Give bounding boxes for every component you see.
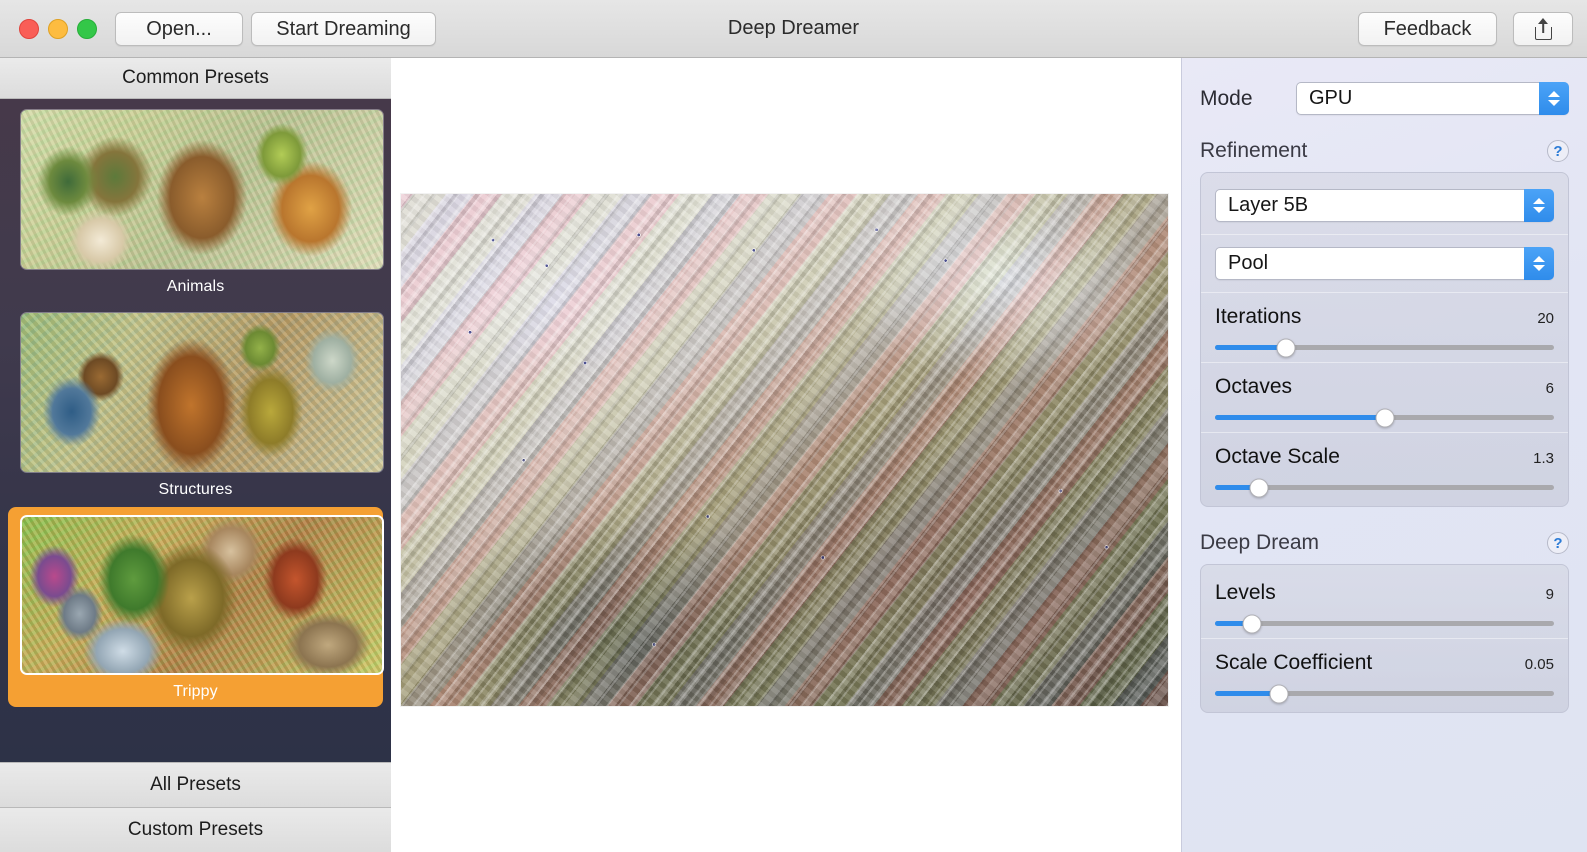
mode-select[interactable]: GPU [1296,82,1569,115]
scale-coefficient-row: Scale Coefficient 0.05 [1201,638,1568,708]
slider-thumb[interactable] [1242,614,1262,633]
preset-item-trippy[interactable]: Trippy [8,507,384,707]
layer-select[interactable]: Layer 5B [1215,189,1554,222]
deep-dream-title: Deep Dream [1200,531,1320,554]
deep-dream-group: Levels 9 Scale Coefficient 0.05 [1200,564,1569,713]
preset-list: Animals Structures Trippy [0,99,391,759]
levels-label: Levels [1215,581,1276,604]
refinement-header: Refinement ? [1200,139,1569,163]
preset-thumbnail [20,109,384,270]
maximize-button[interactable] [77,18,97,39]
octaves-slider[interactable] [1215,408,1554,427]
start-dreaming-button[interactable]: Start Dreaming [251,12,436,46]
share-icon [1534,18,1552,40]
slider-thumb[interactable] [1375,408,1394,427]
scale-coefficient-label: Scale Coefficient [1215,651,1373,674]
share-button[interactable] [1513,12,1573,46]
octave-scale-label: Octave Scale [1215,445,1340,468]
settings-inspector: Mode GPU Refinement ? Layer 5B Pool Iter… [1181,58,1587,852]
slider-thumb[interactable] [1269,684,1289,703]
deep-dream-header: Deep Dream ? [1200,531,1569,555]
preset-label: Animals [166,278,225,295]
refinement-title: Refinement [1200,139,1308,162]
sidebar-header: Common Presets [0,58,391,99]
pool-select-value: Pool [1228,252,1269,274]
open-button[interactable]: Open... [115,12,243,46]
scale-coefficient-slider[interactable] [1215,684,1554,703]
refinement-help-icon[interactable]: ? [1547,140,1569,162]
mode-label: Mode [1200,86,1253,110]
preset-item-animals[interactable]: Animals [8,101,384,302]
sidebar-footer: All Presets Custom Presets [0,762,391,852]
all-presets-button[interactable]: All Presets [0,762,391,807]
preset-item-structures[interactable]: Structures [8,304,384,505]
minimize-button[interactable] [48,18,68,39]
octaves-label: Octaves [1215,375,1293,398]
octaves-row: Octaves 6 [1201,362,1568,432]
iterations-row: Iterations 20 [1201,292,1568,362]
titlebar: Open... Start Dreaming Deep Dreamer Feed… [0,0,1587,58]
slider-thumb[interactable] [1249,478,1269,497]
refinement-group: Layer 5B Pool Iterations 20 Octaves 6 Oc… [1200,172,1569,507]
octave-scale-slider[interactable] [1215,478,1554,497]
iterations-slider[interactable] [1215,338,1554,357]
image-canvas [391,58,1181,852]
preset-label: Trippy [173,683,218,700]
levels-row: Levels 9 [1201,569,1568,638]
iterations-value: 20 [1537,310,1554,327]
iterations-label: Iterations [1215,305,1302,328]
stepper-icon[interactable] [1524,247,1554,280]
layer-select-value: Layer 5B [1228,194,1309,216]
slider-thumb[interactable] [1276,338,1296,357]
octaves-value: 6 [1545,380,1554,397]
app-window: Open... Start Dreaming Deep Dreamer Feed… [0,0,1587,852]
close-button[interactable] [19,18,39,39]
feedback-button[interactable]: Feedback [1358,12,1497,46]
levels-value: 9 [1545,586,1554,603]
octave-scale-row: Octave Scale 1.3 [1201,432,1568,502]
pool-select-row: Pool [1201,234,1568,292]
preset-thumbnail [20,312,384,473]
mode-row: Mode GPU [1200,82,1569,115]
stepper-icon[interactable] [1539,82,1569,115]
preset-thumbnail [20,515,384,675]
stepper-icon[interactable] [1524,189,1554,222]
deep-dream-output-image [401,194,1168,706]
scale-coefficient-value: 0.05 [1524,656,1554,673]
octave-scale-value: 1.3 [1533,450,1554,467]
levels-slider[interactable] [1215,614,1554,633]
preset-label: Structures [158,481,233,498]
presets-sidebar: Common Presets Animals Structures Trippy [0,58,391,852]
mode-select-value: GPU [1309,87,1353,109]
custom-presets-button[interactable]: Custom Presets [0,807,391,852]
layer-select-row: Layer 5B [1201,177,1568,234]
deep-dream-help-icon[interactable]: ? [1547,532,1569,554]
traffic-lights [19,18,97,39]
pool-select[interactable]: Pool [1215,247,1554,280]
